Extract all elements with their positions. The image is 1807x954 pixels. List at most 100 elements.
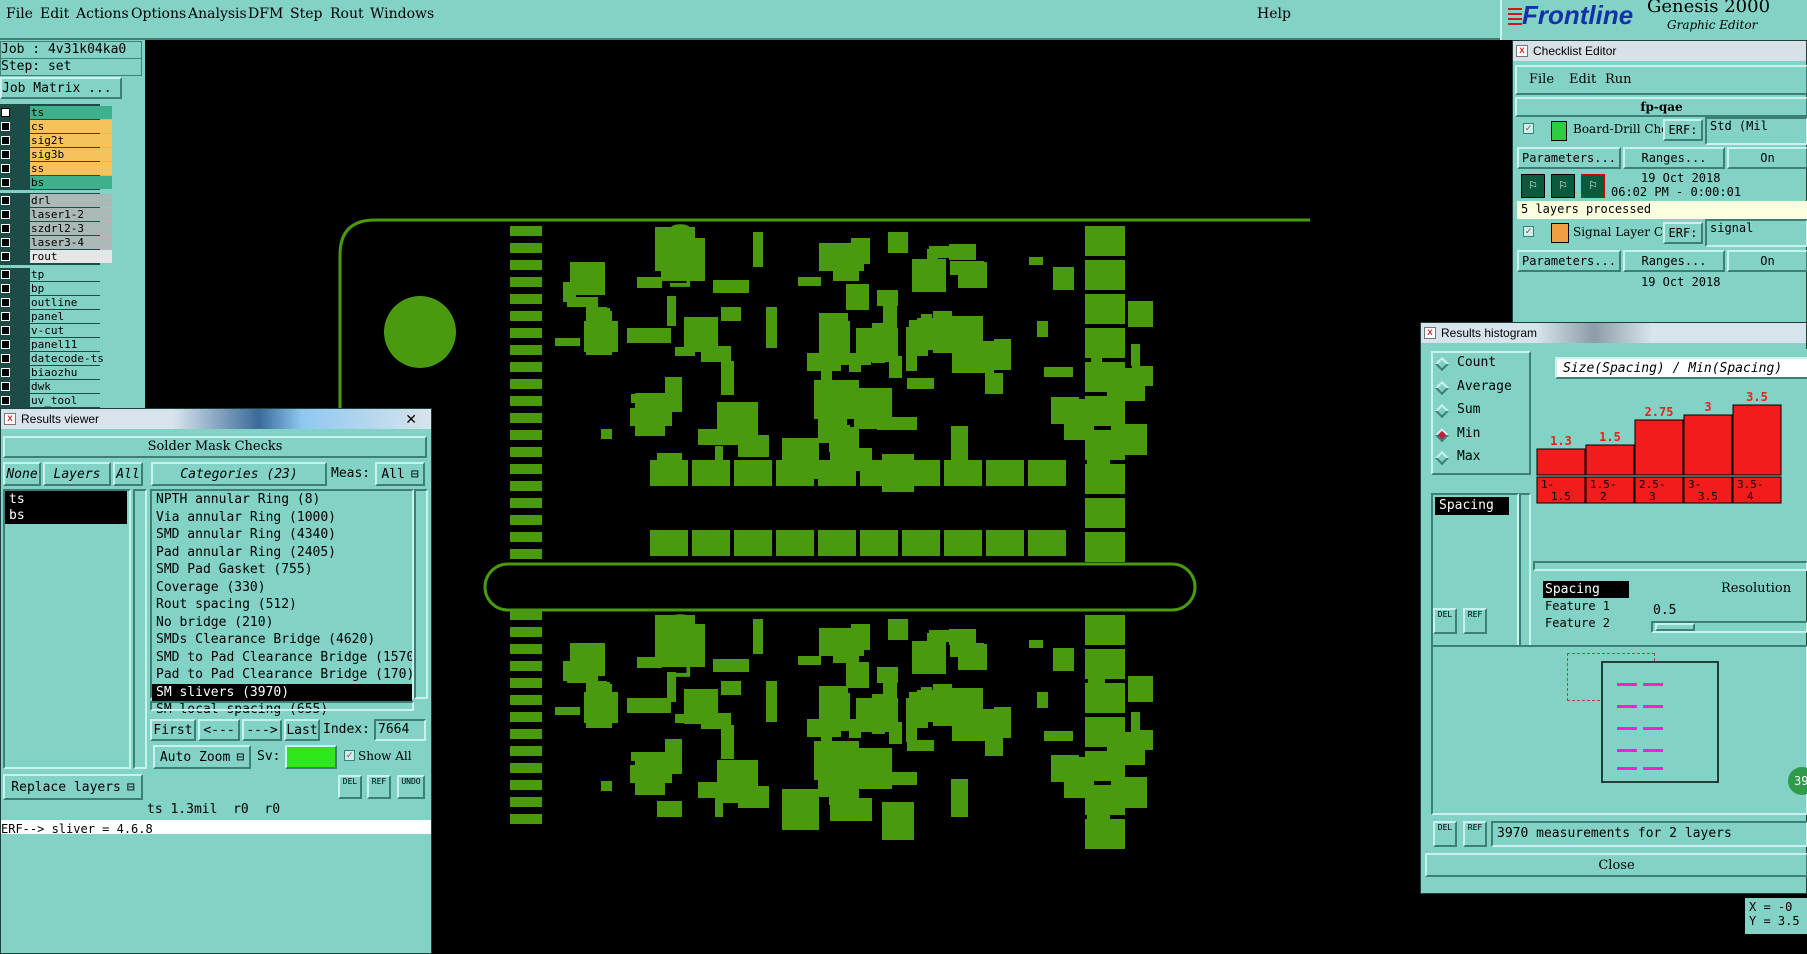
ranges-button[interactable]: Ranges... bbox=[1623, 250, 1725, 272]
preview-pane[interactable]: 39 bbox=[1431, 645, 1807, 815]
window-close-icon[interactable]: x bbox=[1516, 45, 1528, 57]
layer-checkbox[interactable] bbox=[1, 252, 10, 261]
results-viewer-titlebar[interactable]: x Results viewer ✕ bbox=[1, 409, 431, 429]
auto-zoom-select[interactable]: Auto Zoom ⊟ bbox=[153, 745, 251, 769]
layer-checkbox[interactable] bbox=[1, 284, 10, 293]
checklist-menu-edit[interactable]: Edit bbox=[1569, 72, 1596, 87]
field-feature2[interactable]: Feature 2 bbox=[1543, 615, 1629, 632]
layer-name[interactable]: panel bbox=[30, 310, 112, 323]
histogram-list-item[interactable]: Spacing bbox=[1435, 497, 1509, 515]
category-item[interactable]: SMD Pad Gasket (755) bbox=[152, 561, 412, 579]
layer-checkbox[interactable] bbox=[1, 382, 10, 391]
erf-value[interactable]: Std (Mil bbox=[1705, 117, 1807, 145]
category-item[interactable]: No bridge (210) bbox=[152, 614, 412, 632]
category-list-scrollbar[interactable] bbox=[414, 489, 428, 699]
layer-name[interactable]: datecode-ts bbox=[30, 352, 112, 365]
layer-row-sig3b[interactable]: sig3b bbox=[0, 148, 142, 162]
histogram-bar[interactable] bbox=[1732, 404, 1782, 476]
index-input[interactable]: 7664 bbox=[374, 719, 426, 741]
layer-row-tp[interactable]: tp bbox=[0, 268, 142, 282]
layer-checkbox[interactable] bbox=[1, 340, 10, 349]
checklist-titlebar[interactable]: x Checklist Editor bbox=[1513, 41, 1806, 61]
histogram-titlebar[interactable]: x Results histogram bbox=[1421, 323, 1806, 343]
item-checkbox[interactable]: ✓ bbox=[1523, 226, 1534, 237]
layer-row-uv_tool[interactable]: uv_tool bbox=[0, 394, 142, 408]
first-button[interactable]: First bbox=[150, 719, 196, 741]
layer-list-item[interactable]: bs bbox=[5, 506, 127, 524]
layer-checkbox[interactable] bbox=[1, 298, 10, 307]
layer-row-cs[interactable]: cs bbox=[0, 120, 142, 134]
category-item[interactable]: SMD to Pad Clearance Bridge (1570) bbox=[152, 649, 412, 667]
menu-rout[interactable]: Rout bbox=[330, 6, 364, 22]
checklist-menu-file[interactable]: File bbox=[1529, 72, 1554, 87]
item-checkbox[interactable]: ✓ bbox=[1523, 123, 1534, 134]
menu-edit[interactable]: Edit bbox=[40, 6, 69, 22]
layer-row-szdrl2-3[interactable]: szdrl2-3 bbox=[0, 222, 142, 236]
last-button[interactable]: Last bbox=[284, 719, 320, 741]
layer-name[interactable]: dwk bbox=[30, 380, 112, 393]
category-item[interactable]: Via annular Ring (1000) bbox=[152, 509, 412, 527]
layer-row-panel11[interactable]: panel11 bbox=[0, 338, 142, 352]
layer-checkbox[interactable] bbox=[1, 224, 10, 233]
show-all-checkbox[interactable]: ✓ bbox=[344, 750, 355, 761]
layer-row-laser1-2[interactable]: laser1-2 bbox=[0, 208, 142, 222]
layer-checkbox[interactable] bbox=[1, 238, 10, 247]
layer-name[interactable]: laser1-2 bbox=[30, 208, 112, 221]
layer-name[interactable]: laser3-4 bbox=[30, 236, 112, 249]
layer-row-sig2t[interactable]: sig2t bbox=[0, 134, 142, 148]
layer-row-v-cut[interactable]: v-cut bbox=[0, 324, 142, 338]
layer-name[interactable]: tp bbox=[30, 268, 112, 281]
layer-row-outline[interactable]: outline bbox=[0, 296, 142, 310]
layer-name[interactable]: outline bbox=[30, 296, 112, 309]
layer-name[interactable]: v-cut bbox=[30, 324, 112, 337]
layer-name[interactable]: szdrl2-3 bbox=[30, 222, 112, 235]
ref-button[interactable]: REF bbox=[367, 775, 391, 799]
layer-checkbox[interactable] bbox=[1, 210, 10, 219]
layer-row-biaozhu[interactable]: biaozhu bbox=[0, 366, 142, 380]
checklist-menu-run[interactable]: Run bbox=[1605, 72, 1632, 87]
layer-checkbox[interactable] bbox=[1, 368, 10, 377]
all-button[interactable]: All bbox=[113, 462, 143, 486]
parameters-button[interactable]: Parameters... bbox=[1517, 147, 1621, 169]
layer-name[interactable]: cs bbox=[30, 120, 112, 133]
layer-row-datecode-ts[interactable]: datecode-ts bbox=[0, 352, 142, 366]
category-item[interactable]: SM slivers (3970) bbox=[152, 683, 412, 701]
prev-button[interactable]: <--- bbox=[198, 719, 240, 741]
layer-name[interactable]: ts bbox=[30, 106, 112, 119]
ref-button[interactable]: REF bbox=[1463, 821, 1487, 847]
layer-name[interactable]: sig3b bbox=[30, 148, 112, 161]
layer-checkbox[interactable] bbox=[1, 196, 10, 205]
category-hscrollbar[interactable] bbox=[150, 701, 414, 711]
undo-button[interactable]: UNDO bbox=[397, 775, 425, 799]
layer-checkbox[interactable] bbox=[1, 270, 10, 279]
replace-layers-select[interactable]: Replace layers ⊟ bbox=[3, 774, 143, 800]
menu-dfm[interactable]: DFM bbox=[248, 6, 283, 22]
parameters-button[interactable]: Parameters... bbox=[1517, 250, 1621, 272]
layer-name[interactable]: rout bbox=[30, 250, 112, 263]
run-icon[interactable]: ⚐ bbox=[1521, 174, 1545, 198]
del-button[interactable]: DEL bbox=[1433, 608, 1457, 634]
del-button[interactable]: DEL bbox=[338, 775, 362, 799]
category-item[interactable]: Pad annular Ring (2405) bbox=[152, 544, 412, 562]
layer-row-drl[interactable]: drl bbox=[0, 194, 142, 208]
category-item[interactable]: Pad to Pad Clearance Bridge (170) bbox=[152, 666, 412, 684]
mode-radio-count[interactable]: Count bbox=[1434, 355, 1537, 375]
resolution-slider[interactable] bbox=[1651, 621, 1807, 633]
histogram-bar[interactable] bbox=[1585, 444, 1635, 476]
histogram-bar[interactable] bbox=[1683, 414, 1733, 476]
histogram-bar[interactable] bbox=[1536, 448, 1586, 476]
category-list[interactable]: NPTH annular Ring (8) Via annular Ring (1… bbox=[150, 489, 414, 717]
menu-help[interactable]: Help bbox=[1257, 6, 1291, 22]
field-feature1[interactable]: Feature 1 bbox=[1543, 598, 1629, 615]
category-item[interactable]: Rout spacing (512) bbox=[152, 596, 412, 614]
layer-list[interactable]: ts bs bbox=[3, 489, 131, 769]
category-item[interactable]: SMD annular Ring (4340) bbox=[152, 526, 412, 544]
layer-list-scrollbar[interactable] bbox=[133, 489, 147, 769]
resolution-slider-thumb[interactable] bbox=[1655, 623, 1695, 631]
category-item[interactable]: Coverage (330) bbox=[152, 579, 412, 597]
run-fast-icon[interactable]: ⚐ bbox=[1551, 174, 1575, 198]
close-button[interactable]: Close bbox=[1425, 853, 1807, 877]
layer-name[interactable]: bp bbox=[30, 282, 112, 295]
meas-select[interactable]: All ⊟ bbox=[375, 462, 425, 486]
menu-analysis[interactable]: Analysis bbox=[188, 6, 247, 22]
